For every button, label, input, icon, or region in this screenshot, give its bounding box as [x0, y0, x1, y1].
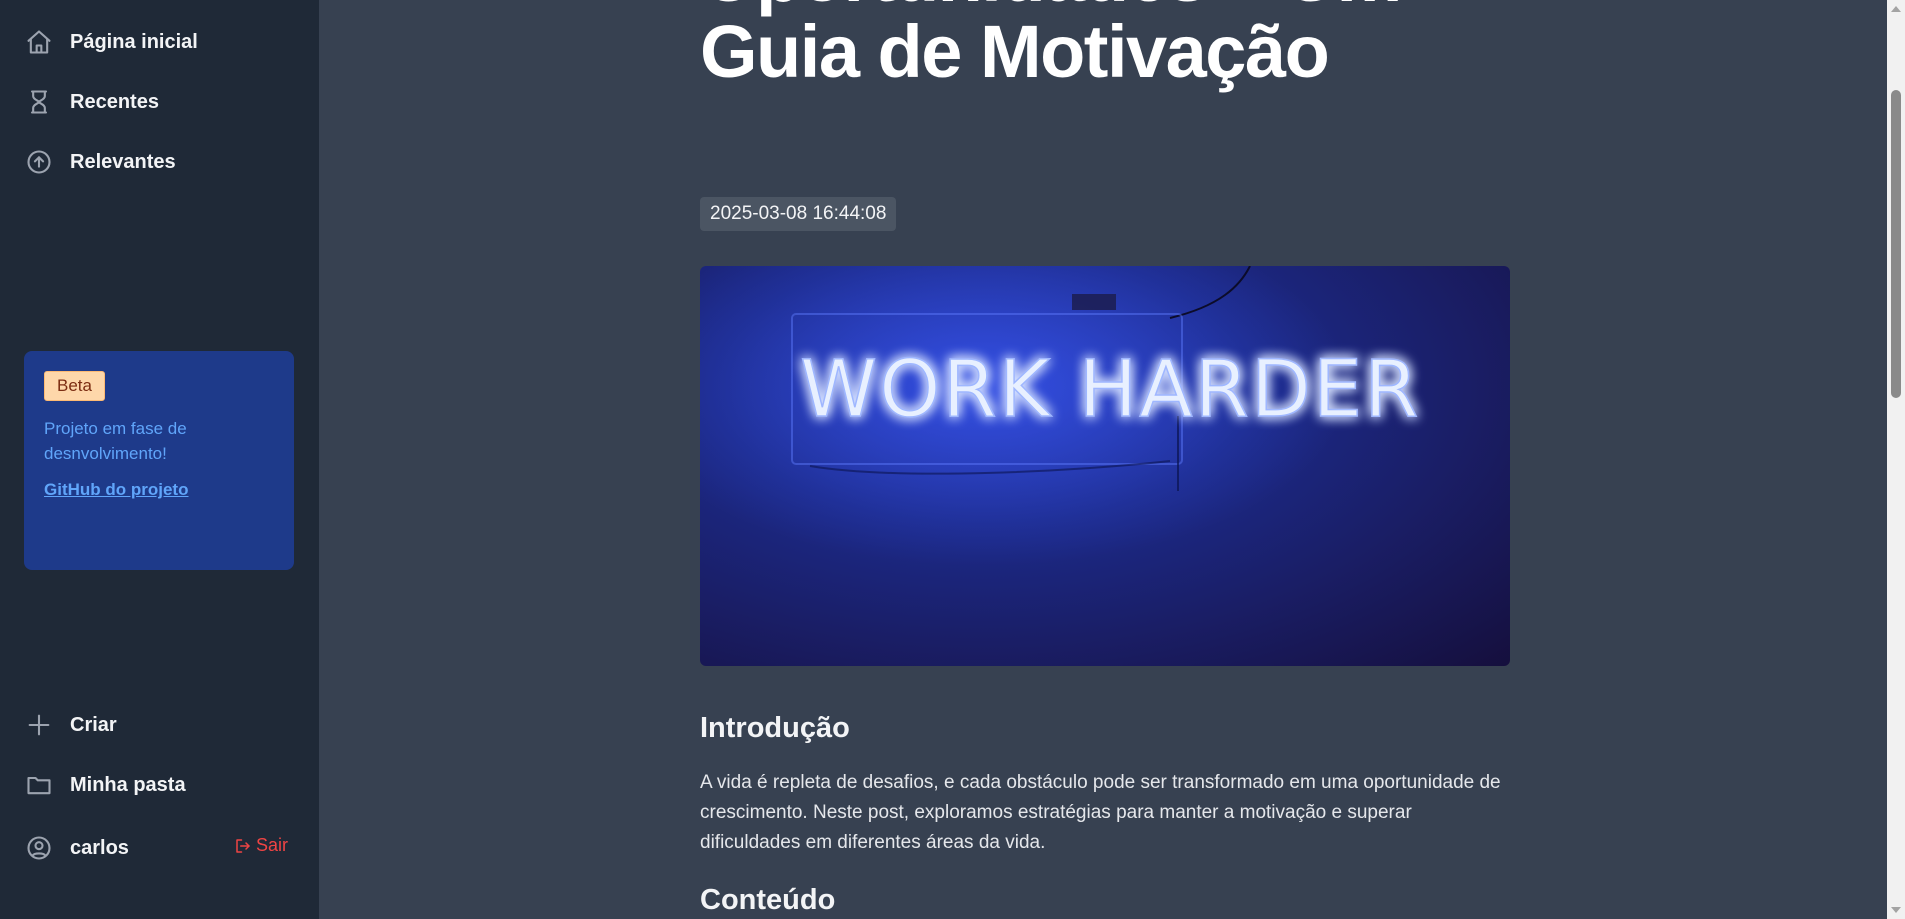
beta-badge: Beta	[44, 371, 105, 401]
sidebar-item-label: Recentes	[70, 90, 159, 113]
beta-description: Projeto em fase de desnvolvimento!	[44, 419, 187, 463]
user-profile[interactable]: carlos	[24, 830, 129, 866]
article-date: 2025-03-08 16:44:08	[700, 197, 897, 231]
scroll-down-arrow-icon[interactable]	[1891, 907, 1901, 913]
plus-icon	[24, 710, 54, 740]
content-heading: Conteúdo	[700, 884, 836, 916]
scroll-thumb[interactable]	[1891, 90, 1901, 398]
sidebar-item-minha-pasta[interactable]: Minha pasta	[24, 767, 186, 803]
vertical-scrollbar[interactable]	[1887, 0, 1905, 919]
folder-icon	[24, 770, 54, 800]
beta-card: Beta Projeto em fase de desnvolvimento! …	[24, 351, 294, 570]
sidebar-item-criar[interactable]: Criar	[24, 707, 117, 743]
user-circle-icon	[24, 833, 54, 863]
sidebar-item-home[interactable]: Página inicial	[24, 24, 198, 60]
arrow-up-circle-icon	[24, 147, 54, 177]
main-content: Oportunidades – Um Guia de Motivação 202…	[319, 0, 1887, 919]
sidebar-item-label: Minha pasta	[70, 773, 186, 796]
sidebar-item-relevantes[interactable]: Relevantes	[24, 144, 176, 180]
neon-sign-text: WORK HARDER	[800, 345, 1420, 435]
scroll-up-arrow-icon[interactable]	[1891, 6, 1901, 12]
sidebar-item-label: Criar	[70, 713, 117, 736]
intro-heading: Introdução	[700, 712, 850, 744]
article-title: Oportunidades – Um Guia de Motivação	[700, 0, 1402, 93]
logout-label: Sair	[256, 835, 289, 855]
logout-icon	[236, 838, 250, 853]
sidebar-item-label: Relevantes	[70, 150, 176, 173]
hourglass-icon	[24, 87, 54, 117]
sidebar: Página inicial Recentes Relevantes Beta …	[0, 0, 319, 919]
home-icon	[24, 27, 54, 57]
neon-sign-illustration: WORK HARDER	[700, 266, 1510, 666]
article-hero-image: WORK HARDER	[700, 266, 1510, 666]
intro-paragraph: A vida é repleta de desafios, e cada obs…	[700, 772, 1501, 853]
logout-button[interactable]: Sair	[234, 835, 288, 856]
sidebar-item-label: Página inicial	[70, 30, 198, 53]
sidebar-item-recentes[interactable]: Recentes	[24, 84, 159, 120]
username: carlos	[70, 836, 129, 859]
github-link[interactable]: GitHub do projeto	[44, 480, 274, 500]
